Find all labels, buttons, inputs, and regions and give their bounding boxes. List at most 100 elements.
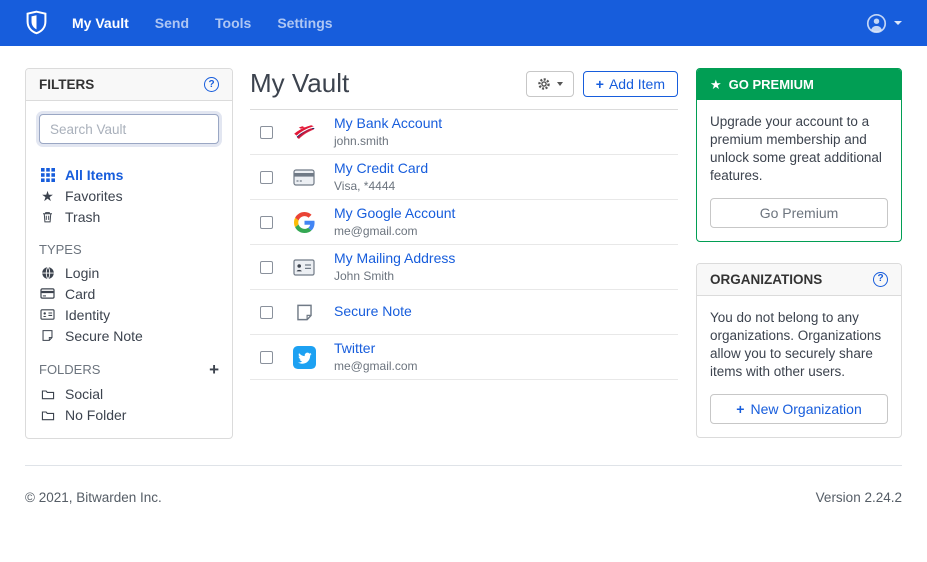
google-icon xyxy=(292,210,316,234)
premium-title: GO PREMIUM xyxy=(728,77,814,92)
vault-row-credit-card: My Credit Card Visa, *4444 xyxy=(250,155,678,200)
identity-card-icon xyxy=(292,255,316,279)
nav-item-settings[interactable]: Settings xyxy=(277,15,332,31)
filters-help-icon[interactable]: ? xyxy=(204,77,219,92)
row-checkbox[interactable] xyxy=(260,260,273,274)
sidebar-item-secure-note[interactable]: Secure Note xyxy=(39,325,219,346)
row-checkbox[interactable] xyxy=(260,215,273,229)
chevron-down-icon xyxy=(556,81,563,86)
search-vault-input[interactable] xyxy=(39,114,219,144)
folders-list: Social No Folder xyxy=(39,383,219,425)
organizations-title: ORGANIZATIONS xyxy=(710,271,823,287)
go-premium-button[interactable]: Go Premium xyxy=(710,197,888,228)
secure-note-icon xyxy=(292,300,316,324)
star-icon: ★ xyxy=(41,187,54,204)
organizations-panel: ORGANIZATIONS ? You do not belong to any… xyxy=(696,262,902,438)
sidebar-item-label: Secure Note xyxy=(65,327,143,344)
filters-title: FILTERS xyxy=(39,77,95,92)
go-premium-panel: ★ GO PREMIUM Upgrade your account to a p… xyxy=(696,68,902,242)
gear-icon xyxy=(538,77,550,90)
item-subtitle: John Smith xyxy=(334,269,395,283)
nav-item-send[interactable]: Send xyxy=(155,15,189,31)
item-title-link[interactable]: My Google Account xyxy=(334,205,455,223)
organizations-description: You do not belong to any organizations. … xyxy=(710,309,882,379)
plus-icon: + xyxy=(595,75,604,92)
sidebar-item-folder-no-folder[interactable]: No Folder xyxy=(39,404,219,425)
star-icon: ★ xyxy=(710,77,722,92)
row-checkbox[interactable] xyxy=(260,170,273,184)
add-item-button[interactable]: + Add Item xyxy=(582,70,678,97)
item-title-link[interactable]: Twitter xyxy=(334,340,418,358)
bank-of-america-icon xyxy=(292,120,316,144)
row-checkbox[interactable] xyxy=(260,125,273,139)
item-subtitle: me@gmail.com xyxy=(334,224,418,238)
sidebar-item-login[interactable]: Login xyxy=(39,262,219,283)
item-subtitle: Visa, *4444 xyxy=(334,179,396,193)
nav-item-tools[interactable]: Tools xyxy=(215,15,251,31)
folder-icon xyxy=(39,388,56,400)
credit-card-icon xyxy=(292,165,316,189)
sidebar-item-card[interactable]: Card xyxy=(39,283,219,304)
right-column: ★ GO PREMIUM Upgrade your account to a p… xyxy=(696,68,902,438)
sidebar-item-folder-social[interactable]: Social xyxy=(39,383,219,404)
row-checkbox[interactable] xyxy=(260,350,273,364)
filters-header: FILTERS ? xyxy=(26,69,232,101)
row-checkbox[interactable] xyxy=(260,305,273,319)
plus-icon: + xyxy=(736,400,745,417)
item-title-link[interactable]: My Credit Card xyxy=(334,160,428,178)
avatar-icon xyxy=(866,13,887,33)
sidebar-item-identity[interactable]: Identity xyxy=(39,304,219,325)
sidebar-item-favorites[interactable]: ★ Favorites xyxy=(39,185,219,206)
item-title-link[interactable]: My Mailing Address xyxy=(334,250,455,268)
sidebar-item-label: All Items xyxy=(65,166,124,183)
sidebar-item-label: No Folder xyxy=(65,406,127,423)
sidebar-item-label: Social xyxy=(65,385,104,402)
sidebar-item-label: Identity xyxy=(65,306,111,323)
page-title: My Vault xyxy=(250,68,350,98)
nav-menu: My Vault Send Tools Settings xyxy=(72,15,333,31)
item-subtitle: me@gmail.com xyxy=(334,359,418,373)
vault-row-secure-note: Secure Note xyxy=(250,290,678,335)
folder-icon xyxy=(39,409,56,421)
sidebar-item-label: Card xyxy=(65,285,96,302)
organizations-help-icon[interactable]: ? xyxy=(873,271,888,287)
item-subtitle: john.smith xyxy=(334,134,389,148)
vault-main: My Vault + Add Item My Bank Account john… xyxy=(250,68,678,380)
sidebar-item-trash[interactable]: Trash xyxy=(39,206,219,227)
vault-row-bank-account: My Bank Account john.smith xyxy=(250,110,678,155)
filter-list: All Items ★ Favorites Trash xyxy=(39,164,219,227)
item-title-link[interactable]: My Bank Account xyxy=(334,115,442,133)
types-heading: TYPES xyxy=(39,242,82,257)
account-menu-button[interactable] xyxy=(866,13,902,34)
sidebar-item-label: Favorites xyxy=(65,187,123,204)
footer: © 2021, Bitwarden Inc. Version 2.24.2 xyxy=(0,466,927,505)
sidebar-item-label: Login xyxy=(65,264,100,281)
vault-options-button[interactable] xyxy=(525,70,574,97)
nav-item-my-vault[interactable]: My Vault xyxy=(72,15,129,31)
vault-row-mailing-address: My Mailing Address John Smith xyxy=(250,245,678,290)
vault-item-list: My Bank Account john.smith My Credit Car… xyxy=(250,110,678,380)
new-organization-button[interactable]: + New Organization xyxy=(710,393,888,424)
add-folder-button[interactable]: + xyxy=(209,361,219,378)
vault-row-twitter: Twitter me@gmail.com xyxy=(250,335,678,380)
globe-icon xyxy=(39,266,56,280)
copyright-text: © 2021, Bitwarden Inc. xyxy=(25,490,162,505)
premium-description: Upgrade your account to a premium member… xyxy=(710,114,882,183)
identity-card-icon xyxy=(39,308,56,321)
folders-heading: FOLDERS + xyxy=(39,360,219,379)
twitter-icon xyxy=(292,345,316,369)
secure-note-icon xyxy=(39,329,56,342)
version-text: Version 2.24.2 xyxy=(815,490,902,505)
top-navbar: My Vault Send Tools Settings xyxy=(0,0,927,46)
content-area: FILTERS ? All Items xyxy=(0,46,927,465)
vault-row-google-account: My Google Account me@gmail.com xyxy=(250,200,678,245)
item-title-link[interactable]: Secure Note xyxy=(334,303,412,321)
chevron-down-icon xyxy=(894,21,902,25)
bitwarden-logo-icon[interactable] xyxy=(25,10,48,36)
sidebar-item-label: Trash xyxy=(65,208,101,225)
trash-icon xyxy=(39,210,56,224)
filters-panel: FILTERS ? All Items xyxy=(25,68,233,439)
types-list: Login Card Identity Secure Note xyxy=(39,262,219,346)
grid-icon xyxy=(39,167,56,182)
sidebar-item-all-items[interactable]: All Items xyxy=(39,164,219,185)
